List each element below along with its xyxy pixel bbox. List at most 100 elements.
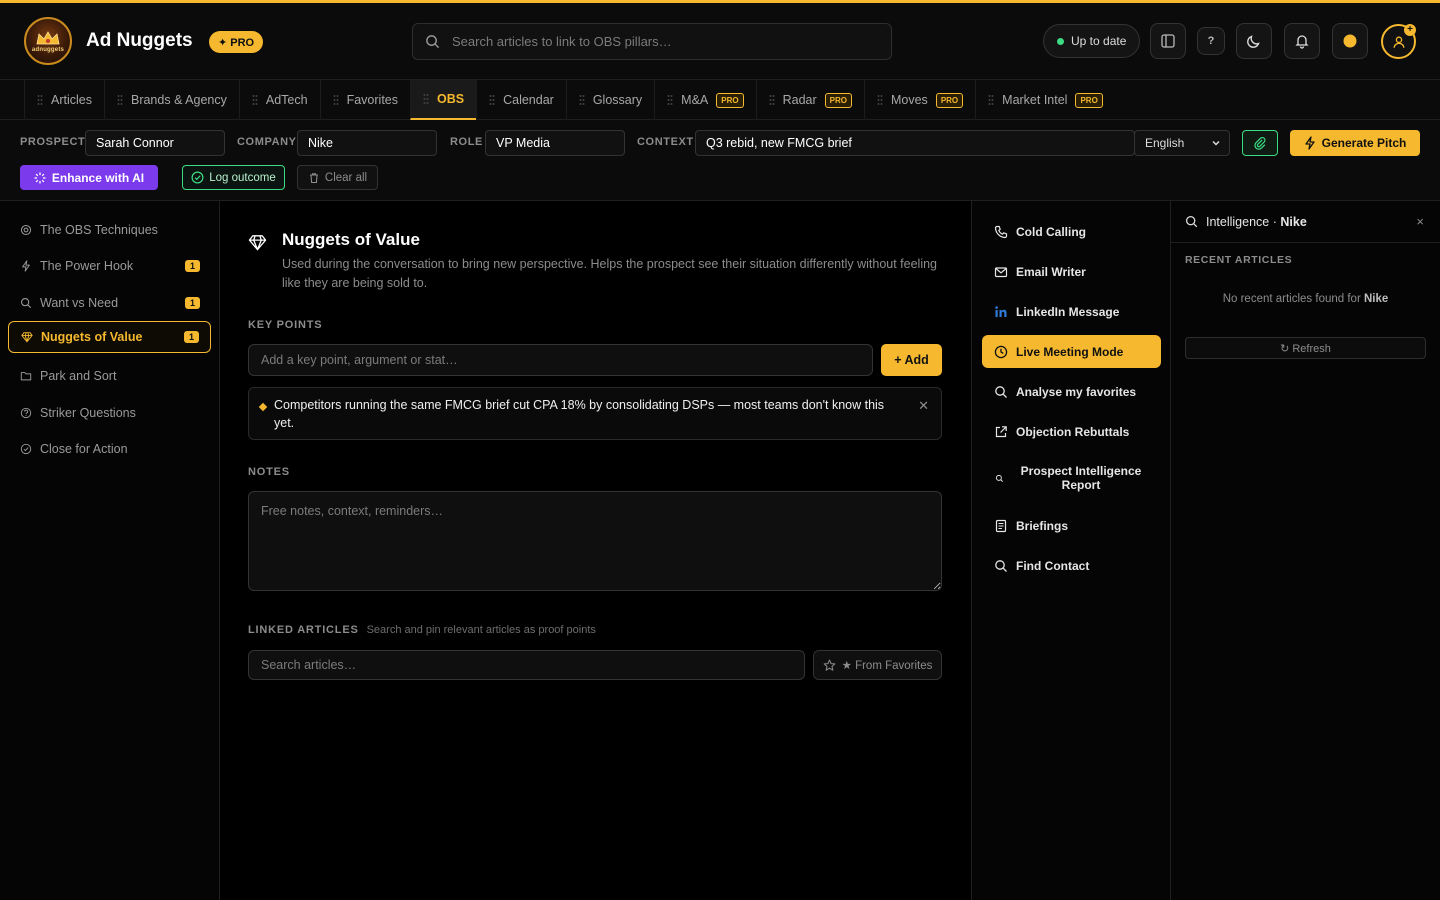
key-points-heading: KEY POINTS bbox=[248, 319, 323, 331]
remove-key-point-icon[interactable]: ✕ bbox=[918, 398, 929, 414]
folder-icon bbox=[20, 372, 32, 381]
tab-obs[interactable]: OBS bbox=[410, 80, 477, 120]
tool-objection-rebuttals[interactable]: Objection Rebuttals bbox=[982, 415, 1161, 448]
drag-handle-icon bbox=[489, 95, 495, 105]
notifications-button[interactable] bbox=[1284, 23, 1320, 59]
tab-label: Moves bbox=[890, 93, 928, 107]
prospect-name-input[interactable] bbox=[85, 130, 225, 156]
tool-live-meeting-mode[interactable]: Live Meeting Mode bbox=[982, 335, 1161, 368]
tab-market-intel[interactable]: Market Intel PRO bbox=[975, 80, 1115, 120]
global-search-input[interactable] bbox=[452, 34, 872, 49]
sidebar-item-label: The Power Hook bbox=[40, 259, 134, 273]
nav-tabs: Articles Brands & Agency AdTech Favorites OB… bbox=[24, 80, 1115, 120]
company-label: COMPANY bbox=[237, 136, 297, 148]
sidebar-item-want-vs-need[interactable]: Want vs Need 1 bbox=[8, 287, 211, 319]
tool-label: Prospect Intelligence Report bbox=[1020, 464, 1142, 492]
tool-find-contact[interactable]: Find Contact bbox=[982, 549, 1161, 582]
tab-calendar[interactable]: Calendar bbox=[476, 80, 566, 120]
from-favorites-button[interactable]: ★ From Favorites bbox=[813, 650, 942, 680]
tool-linkedin-message[interactable]: LinkedIn Message bbox=[982, 295, 1161, 328]
user-icon bbox=[1393, 36, 1404, 48]
company-input[interactable] bbox=[297, 130, 437, 156]
intelligence-title-text: Intelligence bbox=[1206, 214, 1270, 229]
drag-handle-icon bbox=[877, 95, 883, 105]
sidebar-item-the-obs-techniques[interactable]: The OBS Techniques bbox=[8, 214, 211, 246]
sidebar-item-the-power-hook[interactable]: The Power Hook 1 bbox=[8, 250, 211, 282]
sidebar-item-label: Park and Sort bbox=[40, 369, 117, 383]
sidebar-item-park-and-sort[interactable]: Park and Sort bbox=[8, 360, 211, 392]
obs-sidebar: The OBS Techniques The Power Hook 1 Want vs… bbox=[0, 201, 220, 900]
tab-label: AdTech bbox=[265, 93, 308, 107]
document-icon bbox=[995, 519, 1007, 532]
role-input[interactable] bbox=[485, 130, 625, 156]
tab-brands-agency[interactable]: Brands & Agency bbox=[103, 80, 239, 120]
count-badge: 1 bbox=[185, 297, 200, 309]
tab-label: Articles bbox=[51, 93, 92, 107]
moon-icon bbox=[1247, 35, 1260, 48]
tab-label: Brands & Agency bbox=[130, 93, 227, 107]
tool-analyse-my-favorites[interactable]: Analyse my favorites bbox=[982, 375, 1161, 408]
phone-icon bbox=[994, 225, 1008, 238]
bolt-icon bbox=[22, 260, 30, 272]
theme-toggle-button[interactable] bbox=[1236, 23, 1272, 59]
attach-button[interactable] bbox=[1242, 130, 1278, 156]
generate-pitch-label: Generate Pitch bbox=[1321, 136, 1407, 150]
sidebar-item-label: The OBS Techniques bbox=[40, 223, 158, 237]
language-value: English bbox=[1145, 136, 1185, 150]
tab-articles[interactable]: Articles bbox=[24, 80, 104, 120]
app-title: Ad Nuggets bbox=[86, 30, 193, 51]
tab-moves[interactable]: Moves PRO bbox=[863, 80, 975, 120]
close-intelligence-icon[interactable]: × bbox=[1416, 214, 1424, 229]
help-button[interactable]: ? bbox=[1197, 27, 1225, 55]
sidebar-item-label: Close for Action bbox=[40, 442, 128, 456]
sidebar-item-close-for-action[interactable]: Close for Action bbox=[8, 433, 211, 465]
drag-handle-icon bbox=[579, 95, 585, 105]
tool-label: Briefings bbox=[1016, 518, 1069, 533]
app-logo[interactable]: adnuggets bbox=[24, 17, 72, 65]
tab-favorites[interactable]: Favorites bbox=[319, 80, 410, 120]
target-icon bbox=[20, 224, 32, 236]
tool-prospect-intelligence-report[interactable]: Prospect Intelligence Report bbox=[982, 458, 1161, 498]
enhance-ai-button[interactable]: Enhance with AI bbox=[20, 165, 158, 190]
sidebar-item-striker-questions[interactable]: Striker Questions bbox=[8, 397, 211, 429]
tool-label: LinkedIn Message bbox=[1016, 304, 1120, 319]
tool-briefings[interactable]: Briefings bbox=[982, 509, 1161, 542]
tab-radar[interactable]: Radar PRO bbox=[755, 80, 864, 120]
clear-all-label: Clear all bbox=[324, 171, 368, 184]
tab-glossary[interactable]: Glossary bbox=[565, 80, 654, 120]
article-search-input[interactable] bbox=[248, 650, 805, 680]
log-outcome-button[interactable]: Log outcome bbox=[182, 165, 285, 190]
log-outcome-label: Log outcome bbox=[209, 171, 276, 184]
pro-badge: PRO bbox=[1075, 92, 1103, 108]
pro-badge[interactable]: ✦ PRO bbox=[209, 31, 264, 53]
tab-label: M&A bbox=[681, 93, 709, 107]
sidebar-item-nuggets-of-value[interactable]: Nuggets of Value 1 bbox=[8, 321, 211, 353]
sync-status[interactable]: Up to date bbox=[1043, 24, 1141, 58]
generate-pitch-button[interactable]: Generate Pitch bbox=[1290, 130, 1420, 156]
search-icon bbox=[426, 35, 440, 49]
notes-textarea[interactable] bbox=[248, 491, 942, 591]
drag-handle-icon bbox=[769, 95, 775, 105]
context-input[interactable] bbox=[695, 130, 1135, 156]
add-key-point-button[interactable]: + Add bbox=[881, 344, 942, 376]
key-point-item: Competitors running the same FMCG brief … bbox=[248, 387, 942, 440]
tab-m-a[interactable]: M&A PRO bbox=[654, 80, 755, 120]
bolt-icon bbox=[1304, 136, 1315, 150]
key-point-input[interactable] bbox=[248, 344, 873, 376]
clear-all-button[interactable]: Clear all bbox=[297, 165, 378, 190]
language-select[interactable]: English bbox=[1134, 130, 1230, 156]
empty-state: No recent articles found for Nike bbox=[1171, 293, 1440, 305]
refresh-button[interactable]: ↻ Refresh bbox=[1185, 337, 1426, 359]
tool-label: Email Writer bbox=[1016, 264, 1086, 279]
tool-email-writer[interactable]: Email Writer bbox=[982, 255, 1161, 288]
credits-button[interactable] bbox=[1332, 23, 1368, 59]
intelligence-header: Intelligence · Nike × bbox=[1171, 201, 1440, 243]
sidebar-item-label: Nuggets of Value bbox=[41, 330, 143, 344]
linked-articles-hint: Search and pin relevant articles as proo… bbox=[366, 624, 596, 636]
tab-label: OBS bbox=[437, 92, 465, 106]
tool-cold-calling[interactable]: Cold Calling bbox=[982, 215, 1161, 248]
tab-adtech[interactable]: AdTech bbox=[238, 80, 320, 120]
global-search[interactable] bbox=[412, 23, 892, 60]
panel-toggle-button[interactable] bbox=[1150, 23, 1186, 59]
linked-articles-label: LINKED ARTICLES bbox=[248, 624, 359, 636]
